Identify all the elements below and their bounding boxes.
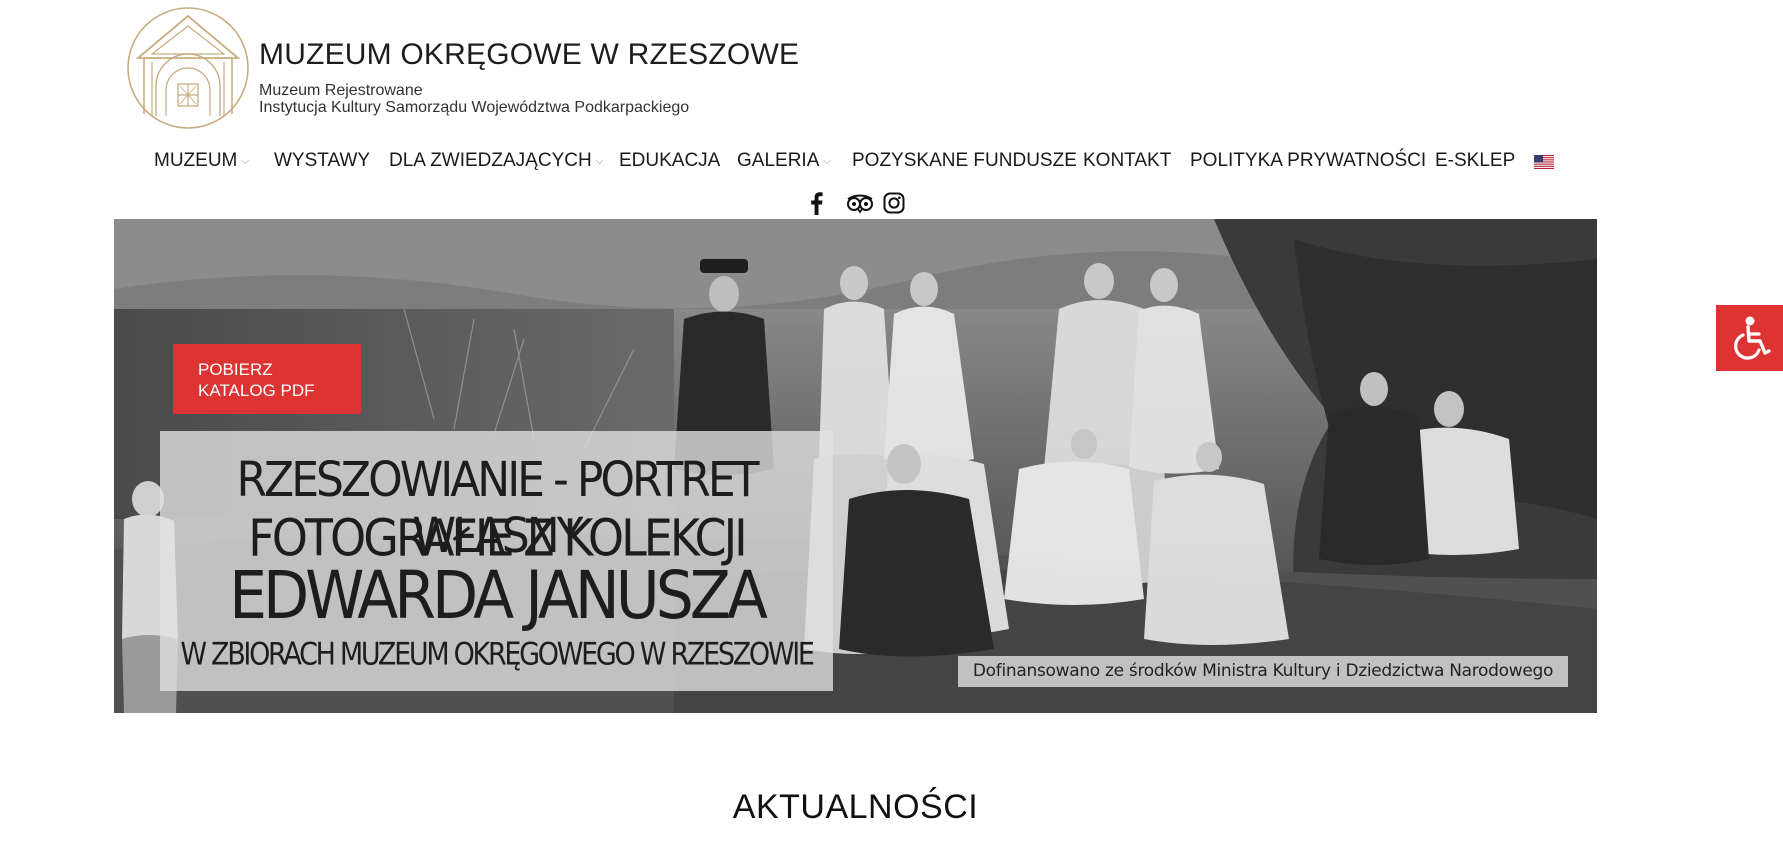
accessibility-button[interactable] — [1716, 305, 1783, 371]
nav-item-label: GALERIA — [737, 150, 820, 171]
nav-item-label: POLITYKA PRYWATNOŚCI — [1190, 150, 1427, 171]
exhibition-title-line3: EDWARDA JANUSZA — [229, 557, 768, 635]
nav-item-pozyskane-fundusze[interactable]: POZYSKANE FUNDUSZE — [852, 150, 1077, 172]
download-catalog-pdf-button[interactable]: POBIERZ KATALOG PDF — [173, 344, 361, 414]
pdf-button-line1: POBIERZ — [198, 360, 273, 379]
cofinance-caption: Dofinansowano ze środków Ministra Kultur… — [958, 656, 1568, 687]
nav-item-label: EDUKACJA — [619, 150, 721, 171]
exhibition-title-line4: W ZBIORACH MUZEUM OKRĘGOWEGO W RZESZOWIE — [180, 636, 815, 673]
site-title[interactable]: MUZEUM OKRĘGOWE W RZESZOWE — [259, 38, 799, 72]
nav-item-dla-zwiedzajacych[interactable]: DLA ZWIEDZAJĄCYCH ⌵ — [389, 150, 603, 172]
museum-logo-icon — [127, 7, 249, 129]
hero-banner[interactable]: POBIERZ KATALOG PDF RZESZOWIANIE - PORTR… — [114, 219, 1597, 713]
facebook-icon[interactable] — [808, 190, 824, 216]
nav-item-label: E-SKLEP — [1435, 150, 1516, 171]
nav-item-label: KONTAKT — [1083, 150, 1172, 171]
site-subtitle-line2: Instytucja Kultury Samorządu Województwa… — [259, 99, 690, 116]
social-links — [0, 190, 1783, 216]
chevron-down-icon: ⌵ — [241, 156, 249, 167]
chevron-down-icon: ⌵ — [823, 156, 831, 167]
museum-logo[interactable] — [126, 6, 250, 130]
nav-item-galeria[interactable]: GALERIA ⌵ — [737, 150, 831, 172]
chevron-down-icon: ⌵ — [595, 156, 604, 167]
wheelchair-icon — [1734, 316, 1771, 360]
site-subtitle-line1: Muzeum Rejestrowane — [259, 82, 423, 99]
nav-item-label: DLA ZWIEDZAJĄCYCH — [389, 150, 592, 171]
nav-item-label: WYSTAWY — [274, 150, 371, 171]
nav-item-label: POZYSKANE FUNDUSZE — [852, 150, 1077, 171]
us-flag-icon[interactable] — [1534, 155, 1554, 169]
nav-item-edukacja[interactable]: EDUKACJA — [619, 150, 720, 172]
nav-item-polityka-prywatnosci[interactable]: POLITYKA PRYWATNOŚCI — [1190, 150, 1426, 172]
main-nav: MUZEUM ⌵ WYSTAWY DLA ZWIEDZAJĄCYCH ⌵ EDUKA… — [0, 150, 1783, 174]
nav-item-wystawy[interactable]: WYSTAWY — [274, 150, 370, 172]
pdf-button-line2: KATALOG PDF — [198, 381, 315, 400]
site-subtitle: Muzeum Rejestrowane Instytucja Kultury S… — [259, 82, 689, 116]
nav-item-label: MUZEUM — [154, 150, 238, 171]
nav-item-muzeum[interactable]: MUZEUM ⌵ — [154, 150, 249, 172]
nav-item-kontakt[interactable]: KONTAKT — [1083, 150, 1171, 172]
instagram-icon[interactable] — [883, 190, 905, 216]
exhibition-title-panel: RZESZOWIANIE - PORTRET WŁASNY FOTOGRAFIE… — [160, 431, 833, 691]
nav-item-e-sklep[interactable]: E-SKLEP — [1435, 150, 1515, 172]
news-section-title: AKTUALNOŚCI — [732, 788, 979, 826]
tripadvisor-icon[interactable] — [845, 190, 875, 216]
